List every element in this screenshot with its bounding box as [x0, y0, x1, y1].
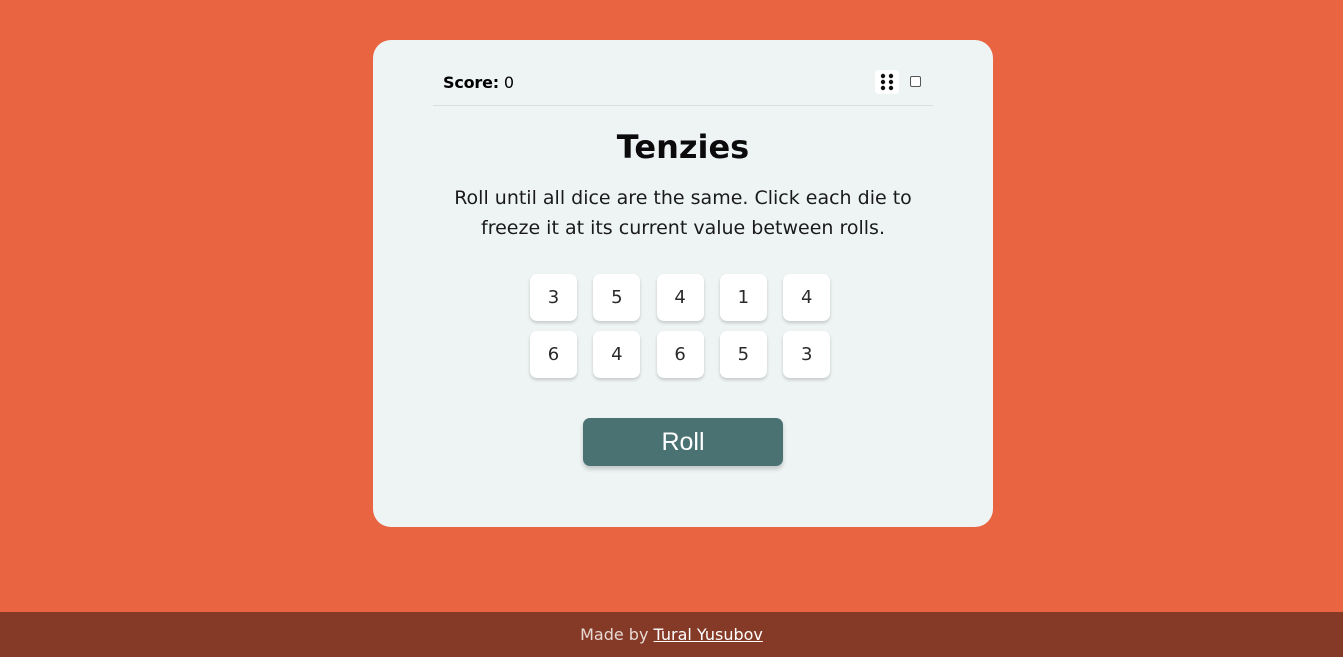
author-link[interactable]: Tural Yusubov: [654, 625, 763, 644]
score-display: Score: 0: [443, 73, 514, 92]
page-title: Tenzies: [616, 128, 750, 166]
die[interactable]: 6: [530, 331, 577, 378]
score-label: Score:: [443, 73, 499, 92]
footer-made-by: Made by: [580, 625, 649, 644]
dots-grid-icon[interactable]: [875, 70, 899, 94]
footer: Made by Tural Yusubov: [0, 612, 1343, 657]
die[interactable]: 4: [593, 331, 641, 378]
mode-checkbox[interactable]: [910, 76, 921, 87]
die[interactable]: 6: [656, 331, 704, 378]
dice-grid: 3541464653: [530, 274, 831, 378]
die[interactable]: 5: [593, 274, 641, 321]
die[interactable]: 4: [783, 274, 831, 321]
die[interactable]: 3: [783, 331, 831, 378]
die[interactable]: 4: [656, 274, 704, 321]
die[interactable]: 1: [719, 274, 767, 321]
instructions-text: Roll until all dice are the same. Click …: [454, 187, 912, 239]
die[interactable]: 5: [719, 331, 767, 378]
score-bar: Score: 0: [433, 62, 933, 106]
game-card: Score: 0 Tenzies Roll until all dice are…: [373, 40, 993, 527]
score-value: 0: [503, 73, 514, 92]
die[interactable]: 3: [530, 274, 577, 321]
roll-button[interactable]: Roll: [583, 418, 783, 466]
